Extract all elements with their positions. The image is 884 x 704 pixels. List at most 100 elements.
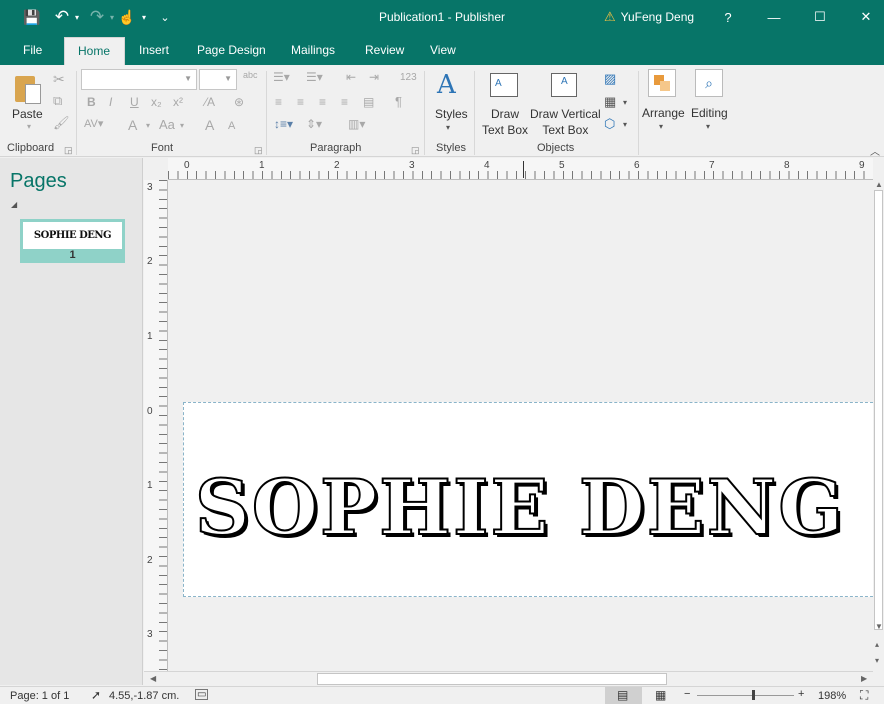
fit-page-icon[interactable]: ⛶ — [860, 688, 868, 703]
minimize-button[interactable]: — — [751, 0, 797, 34]
ribbon-tabs: File Home Insert Page Design Mailings Re… — [0, 34, 884, 65]
close-button[interactable]: ✕ — [843, 0, 884, 34]
paste-button[interactable]: Paste — [12, 106, 43, 122]
columns-icon: ▥▾ — [348, 117, 366, 131]
arrange-button[interactable]: Arrange — [642, 105, 685, 121]
format-painter-icon: 🖌 — [53, 115, 70, 130]
arrange-icon[interactable] — [648, 69, 676, 97]
styles-icon[interactable]: A — [437, 70, 456, 100]
scroll-down-icon[interactable]: ▼ — [875, 622, 883, 631]
draw-vertical-text-box-button[interactable]: Draw Vertical Text Box — [530, 106, 601, 138]
ruler-label: 7 — [709, 160, 715, 171]
ruler-ticks — [159, 180, 167, 672]
group-label-styles: Styles — [436, 142, 466, 154]
vertical-scroll-thumb[interactable] — [874, 190, 883, 630]
user-account[interactable]: ⚠ YuFeng Deng — [604, 9, 694, 25]
ruler-label: 3 — [147, 182, 153, 193]
page-thumbnail[interactable]: SOPHIE DENG 1 — [20, 219, 125, 263]
paste-icon[interactable] — [15, 72, 43, 104]
zoom-level[interactable]: 198% — [818, 690, 846, 702]
paste-dropdown-icon[interactable]: ▾ — [27, 122, 31, 131]
shapes-icon[interactable]: ⬡ — [604, 116, 615, 132]
zoom-slider-thumb[interactable] — [752, 690, 756, 700]
cursor-position-marker — [523, 161, 524, 178]
draw-text-box-button[interactable]: Draw Text Box — [482, 106, 528, 138]
group-label-objects: Objects — [537, 142, 575, 154]
ruler-label: 9 — [859, 160, 865, 171]
editing-button[interactable]: Editing — [691, 105, 728, 121]
styles-button[interactable]: Styles — [435, 106, 468, 122]
scroll-left-icon[interactable]: ◀ — [150, 674, 156, 683]
divider — [76, 71, 77, 155]
warning-icon: ⚠ — [604, 9, 616, 24]
arrange-dropdown-icon[interactable]: ▾ — [659, 122, 663, 131]
numbering-icon: ☰▾ — [306, 70, 323, 84]
zoom-in-icon[interactable]: + — [798, 688, 804, 700]
two-page-spread-icon[interactable]: ▦ — [655, 688, 666, 702]
previous-page-icon[interactable]: ▴ — [875, 640, 879, 649]
vertical-scrollbar[interactable]: ▲ ▼ ▴ ▾ — [873, 180, 884, 672]
paragraph-launcher-icon[interactable]: ◲ — [411, 145, 420, 156]
line-spacing-icon[interactable]: ↕≡▾ — [274, 117, 293, 131]
text-box[interactable]: SOPHIE DENG — [183, 402, 873, 597]
zoom-slider[interactable] — [697, 695, 794, 696]
tab-page-design[interactable]: Page Design — [184, 37, 279, 65]
tab-home[interactable]: Home — [64, 37, 125, 65]
distribute-icon: ▤ — [363, 95, 375, 109]
ruler-label: 3 — [147, 629, 153, 640]
status-bar: Page: 1 of 1 ➚ 4.55,-1.87 cm. ▭ ▤ ▦ − + … — [0, 686, 884, 704]
divider — [638, 71, 639, 155]
tab-insert[interactable]: Insert — [126, 37, 182, 65]
document-text[interactable]: SOPHIE DENG — [184, 462, 856, 553]
find-icon[interactable]: ⌕ — [695, 69, 723, 97]
shapes-dropdown-icon[interactable]: ▾ — [623, 120, 627, 129]
pointer-icon: ➚ — [91, 688, 102, 702]
align-center-icon: ≡ — [297, 95, 305, 109]
tab-file[interactable]: File — [10, 37, 55, 65]
tab-review[interactable]: Review — [352, 37, 417, 65]
horizontal-scroll-thumb[interactable] — [317, 673, 667, 685]
vertical-ruler[interactable]: 3 2 1 0 1 2 3 — [144, 180, 168, 672]
draw-vertical-text-box-label-1: Draw Vertical — [530, 107, 601, 121]
collapse-pages-icon[interactable]: ◢ — [11, 200, 17, 209]
collapse-ribbon-icon[interactable]: ︿ — [870, 143, 880, 158]
font-launcher-icon[interactable]: ◲ — [254, 145, 263, 156]
styles-dropdown-icon[interactable]: ▾ — [446, 123, 450, 132]
ruler-label: 0 — [184, 160, 190, 171]
paragraph-spacing-icon: ⇕▾ — [306, 117, 323, 131]
decrease-indent-icon: ⇤ — [346, 70, 357, 84]
clipboard-launcher-icon[interactable]: ◲ — [64, 145, 73, 156]
group-label-clipboard: Clipboard — [7, 142, 55, 154]
horizontal-ruler[interactable]: 0 1 2 3 4 5 6 7 8 9 — [168, 158, 873, 180]
table-dropdown-icon[interactable]: ▾ — [623, 98, 627, 107]
horizontal-scrollbar[interactable]: ◀ ▶ — [144, 671, 873, 686]
document-canvas[interactable]: SOPHIE DENG — [168, 180, 873, 672]
shrink-font-icon: A — [228, 120, 236, 132]
next-page-icon[interactable]: ▾ — [875, 656, 879, 665]
bullets-icon: ☰▾ — [273, 70, 290, 84]
ruler-label: 2 — [334, 160, 340, 171]
help-button[interactable]: ? — [705, 0, 751, 34]
single-page-icon: ▤ — [617, 688, 629, 702]
cursor-position: 4.55,-1.87 cm. — [109, 690, 180, 702]
maximize-button[interactable]: ☐ — [797, 0, 843, 34]
tab-view[interactable]: View — [417, 37, 469, 65]
increase-indent-icon: ⇥ — [369, 70, 380, 84]
character-spacing-icon: ⊛ — [234, 95, 245, 109]
pilcrow-icon: ¶ — [395, 94, 402, 109]
scroll-up-icon[interactable]: ▲ — [875, 180, 883, 189]
user-name: YuFeng Deng — [620, 10, 695, 24]
copy-icon: ⧉ — [53, 93, 63, 108]
draw-text-box-icon[interactable]: A — [490, 73, 518, 97]
thumbnail-text: SOPHIE DENG — [23, 222, 122, 249]
object-size-icon: ▭ — [195, 689, 209, 700]
table-icon[interactable]: ▦ — [604, 94, 616, 110]
ruler-label: 1 — [147, 331, 153, 342]
zoom-out-icon[interactable]: − — [684, 688, 690, 700]
tab-mailings[interactable]: Mailings — [278, 37, 348, 65]
editing-dropdown-icon[interactable]: ▾ — [706, 122, 710, 131]
picture-icon[interactable]: ▨ — [604, 71, 616, 87]
page-indicator[interactable]: Page: 1 of 1 — [10, 690, 69, 702]
scroll-right-icon[interactable]: ▶ — [861, 674, 867, 683]
draw-vertical-text-box-icon[interactable]: A — [551, 73, 577, 97]
